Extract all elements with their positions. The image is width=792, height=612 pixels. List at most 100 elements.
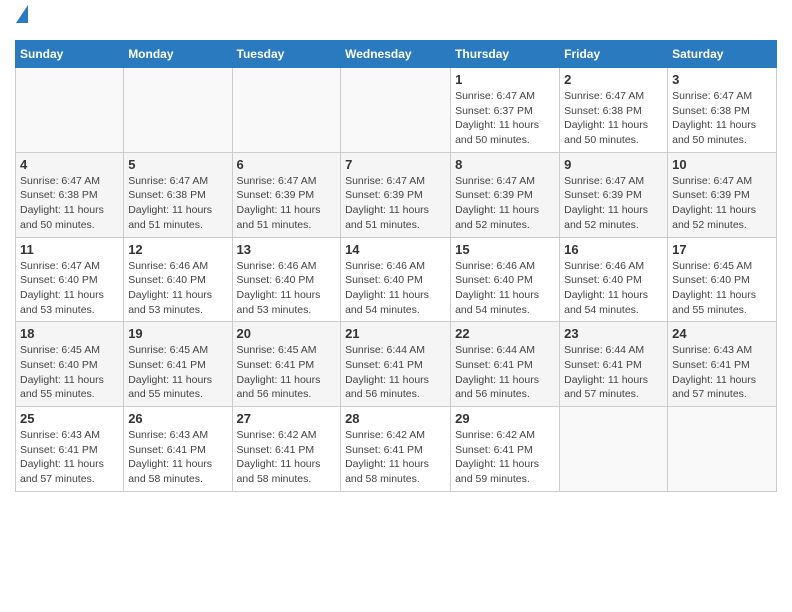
calendar-cell: 3Sunrise: 6:47 AMSunset: 6:38 PMDaylight… [668, 68, 777, 153]
calendar-header-row: SundayMondayTuesdayWednesdayThursdayFrid… [16, 41, 777, 68]
day-info: Sunrise: 6:43 AMSunset: 6:41 PMDaylight:… [20, 429, 104, 485]
day-number: 21 [345, 326, 446, 341]
day-info: Sunrise: 6:42 AMSunset: 6:41 PMDaylight:… [237, 429, 321, 485]
day-info: Sunrise: 6:43 AMSunset: 6:41 PMDaylight:… [672, 344, 756, 400]
day-number: 13 [237, 242, 337, 257]
header-thursday: Thursday [451, 41, 560, 68]
calendar-cell: 20 Sunrise: 6:45 AMSunset: 6:41 PMDayligh… [232, 322, 341, 407]
calendar-cell: 24 Sunrise: 6:43 AMSunset: 6:41 PMDayligh… [668, 322, 777, 407]
day-info: Sunrise: 6:42 AMSunset: 6:41 PMDaylight:… [455, 429, 539, 485]
day-info: Sunrise: 6:46 AMSunset: 6:40 PMDaylight:… [237, 260, 321, 316]
day-number: 7 [345, 157, 446, 172]
calendar-cell: 15 Sunrise: 6:46 AMSunset: 6:40 PMDayligh… [451, 237, 560, 322]
day-info: Sunrise: 6:45 AMSunset: 6:41 PMDaylight:… [237, 344, 321, 400]
calendar-cell: 21 Sunrise: 6:44 AMSunset: 6:41 PMDayligh… [341, 322, 451, 407]
calendar-cell [560, 407, 668, 492]
day-info: Sunrise: 6:44 AMSunset: 6:41 PMDaylight:… [345, 344, 429, 400]
day-info: Sunrise: 6:42 AMSunset: 6:41 PMDaylight:… [345, 429, 429, 485]
day-number: 27 [237, 411, 337, 426]
day-number: 22 [455, 326, 555, 341]
header-tuesday: Tuesday [232, 41, 341, 68]
calendar-cell: 7 Sunrise: 6:47 AMSunset: 6:39 PMDaylight… [341, 152, 451, 237]
day-info: Sunrise: 6:47 AMSunset: 6:38 PMDaylight:… [564, 90, 648, 146]
calendar-cell: 28 Sunrise: 6:42 AMSunset: 6:41 PMDayligh… [341, 407, 451, 492]
calendar-cell: 6Sunrise: 6:47 AMSunset: 6:39 PMDaylight… [232, 152, 341, 237]
day-number: 11 [20, 242, 119, 257]
day-number: 18 [20, 326, 119, 341]
calendar-cell: 26 Sunrise: 6:43 AMSunset: 6:41 PMDayligh… [124, 407, 232, 492]
calendar-cell: 8 Sunrise: 6:47 AMSunset: 6:39 PMDaylight… [451, 152, 560, 237]
calendar-cell: 22 Sunrise: 6:44 AMSunset: 6:41 PMDayligh… [451, 322, 560, 407]
day-number: 10 [672, 157, 772, 172]
day-number: 5 [128, 157, 227, 172]
day-info: Sunrise: 6:46 AMSunset: 6:40 PMDaylight:… [564, 260, 648, 316]
day-info: Sunrise: 6:47 AMSunset: 6:38 PMDaylight:… [20, 175, 104, 231]
day-info: Sunrise: 6:47 AMSunset: 6:39 PMDaylight:… [564, 175, 648, 231]
day-info: Sunrise: 6:47 AMSunset: 6:39 PMDaylight:… [455, 175, 539, 231]
calendar-cell [124, 68, 232, 153]
day-info: Sunrise: 6:47 AMSunset: 6:39 PMDaylight:… [345, 175, 429, 231]
calendar-cell [232, 68, 341, 153]
calendar-cell: 14 Sunrise: 6:46 AMSunset: 6:40 PMDayligh… [341, 237, 451, 322]
calendar-cell: 11 Sunrise: 6:47 AMSunset: 6:40 PMDayligh… [16, 237, 124, 322]
day-number: 12 [128, 242, 227, 257]
calendar-cell: 10 Sunrise: 6:47 AMSunset: 6:39 PMDayligh… [668, 152, 777, 237]
calendar-week-1: 4Sunrise: 6:47 AMSunset: 6:38 PMDaylight… [16, 152, 777, 237]
day-info: Sunrise: 6:44 AMSunset: 6:41 PMDaylight:… [455, 344, 539, 400]
day-info: Sunrise: 6:45 AMSunset: 6:41 PMDaylight:… [128, 344, 212, 400]
day-number: 17 [672, 242, 772, 257]
calendar-cell [16, 68, 124, 153]
day-info: Sunrise: 6:46 AMSunset: 6:40 PMDaylight:… [345, 260, 429, 316]
day-number: 2 [564, 72, 663, 87]
day-info: Sunrise: 6:47 AMSunset: 6:40 PMDaylight:… [20, 260, 104, 316]
day-info: Sunrise: 6:45 AMSunset: 6:40 PMDaylight:… [20, 344, 104, 400]
day-info: Sunrise: 6:47 AMSunset: 6:38 PMDaylight:… [128, 175, 212, 231]
calendar-cell: 13 Sunrise: 6:46 AMSunset: 6:40 PMDayligh… [232, 237, 341, 322]
calendar-cell: 27 Sunrise: 6:42 AMSunset: 6:41 PMDayligh… [232, 407, 341, 492]
calendar-cell: 19 Sunrise: 6:45 AMSunset: 6:41 PMDayligh… [124, 322, 232, 407]
day-info: Sunrise: 6:47 AMSunset: 6:37 PMDaylight:… [455, 90, 539, 146]
calendar-week-3: 18 Sunrise: 6:45 AMSunset: 6:40 PMDayligh… [16, 322, 777, 407]
day-info: Sunrise: 6:44 AMSunset: 6:41 PMDaylight:… [564, 344, 648, 400]
calendar-cell [668, 407, 777, 492]
calendar-cell: 17 Sunrise: 6:45 AMSunset: 6:40 PMDayligh… [668, 237, 777, 322]
day-info: Sunrise: 6:43 AMSunset: 6:41 PMDaylight:… [128, 429, 212, 485]
calendar-week-2: 11 Sunrise: 6:47 AMSunset: 6:40 PMDayligh… [16, 237, 777, 322]
page-header [15, 10, 777, 32]
day-number: 15 [455, 242, 555, 257]
day-number: 26 [128, 411, 227, 426]
day-number: 14 [345, 242, 446, 257]
day-info: Sunrise: 6:47 AMSunset: 6:39 PMDaylight:… [672, 175, 756, 231]
calendar-cell: 23Sunrise: 6:44 AMSunset: 6:41 PMDayligh… [560, 322, 668, 407]
calendar-cell: 2 Sunrise: 6:47 AMSunset: 6:38 PMDaylight… [560, 68, 668, 153]
day-number: 24 [672, 326, 772, 341]
day-info: Sunrise: 6:46 AMSunset: 6:40 PMDaylight:… [128, 260, 212, 316]
calendar-week-0: 1 Sunrise: 6:47 AMSunset: 6:37 PMDaylight… [16, 68, 777, 153]
day-number: 19 [128, 326, 227, 341]
calendar-cell: 12 Sunrise: 6:46 AMSunset: 6:40 PMDayligh… [124, 237, 232, 322]
calendar-cell: 5 Sunrise: 6:47 AMSunset: 6:38 PMDaylight… [124, 152, 232, 237]
day-number: 20 [237, 326, 337, 341]
calendar-cell [341, 68, 451, 153]
header-sunday: Sunday [16, 41, 124, 68]
day-number: 6 [237, 157, 337, 172]
header-monday: Monday [124, 41, 232, 68]
calendar-cell: 25 Sunrise: 6:43 AMSunset: 6:41 PMDayligh… [16, 407, 124, 492]
day-number: 9 [564, 157, 663, 172]
calendar-cell: 9 Sunrise: 6:47 AMSunset: 6:39 PMDaylight… [560, 152, 668, 237]
day-number: 1 [455, 72, 555, 87]
calendar-cell: 16 Sunrise: 6:46 AMSunset: 6:40 PMDayligh… [560, 237, 668, 322]
day-number: 28 [345, 411, 446, 426]
day-number: 8 [455, 157, 555, 172]
header-friday: Friday [560, 41, 668, 68]
day-number: 3 [672, 72, 772, 87]
day-number: 16 [564, 242, 663, 257]
logo [15, 10, 28, 32]
day-info: Sunrise: 6:46 AMSunset: 6:40 PMDaylight:… [455, 260, 539, 316]
header-saturday: Saturday [668, 41, 777, 68]
calendar-cell: 1 Sunrise: 6:47 AMSunset: 6:37 PMDaylight… [451, 68, 560, 153]
calendar-cell: 18 Sunrise: 6:45 AMSunset: 6:40 PMDayligh… [16, 322, 124, 407]
calendar-table: SundayMondayTuesdayWednesdayThursdayFrid… [15, 40, 777, 492]
day-info: Sunrise: 6:45 AMSunset: 6:40 PMDaylight:… [672, 260, 756, 316]
day-number: 25 [20, 411, 119, 426]
